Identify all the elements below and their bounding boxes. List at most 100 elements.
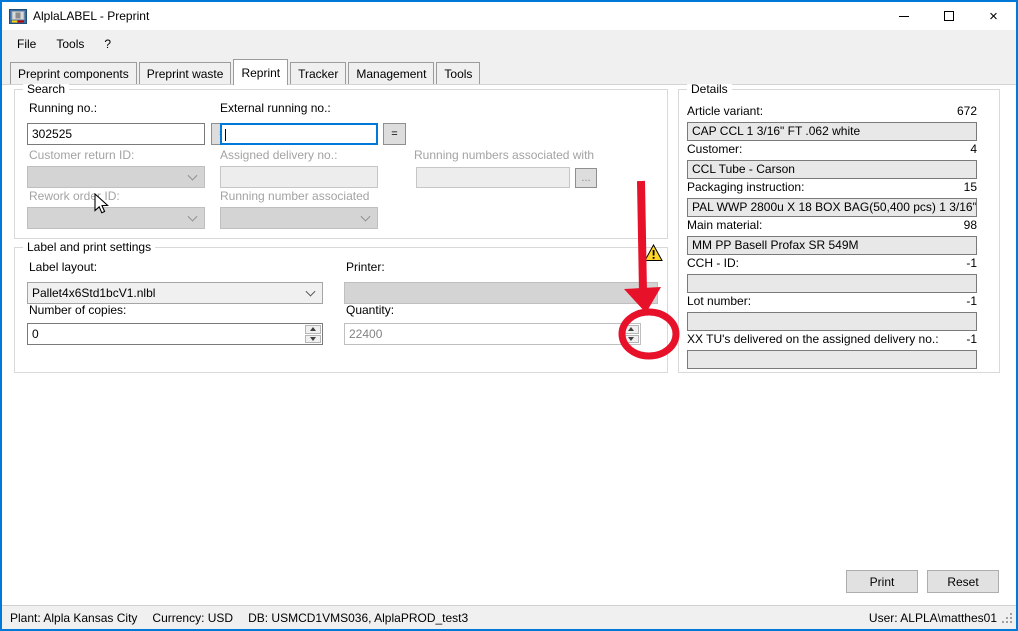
detail-value-field: CAP CCL 1 3/16" FT .062 white <box>687 122 977 141</box>
window-title: AlplaLABEL - Preprint <box>33 9 149 23</box>
reset-button[interactable]: Reset <box>927 570 999 593</box>
detail-id: 4 <box>970 143 977 155</box>
close-icon: × <box>989 9 998 24</box>
detail-id: -1 <box>966 257 977 269</box>
resize-grip-icon[interactable] <box>1001 612 1013 624</box>
close-button[interactable]: × <box>971 2 1016 30</box>
status-user: User: ALPLA\matthes01 <box>869 611 997 625</box>
detail-value-field <box>687 312 977 331</box>
maximize-button[interactable] <box>926 2 971 30</box>
status-db: DB: USMCD1VMS036, AlplaPROD_test3 <box>248 611 468 625</box>
search-groupbox-title: Search <box>23 82 69 96</box>
printer-combobox <box>344 282 658 304</box>
arrow-down-icon <box>628 337 634 341</box>
label-print-settings-title: Label and print settings <box>23 240 155 254</box>
app-window: AlplaLABEL - Preprint × File Tools ? Pre… <box>0 0 1018 631</box>
running-number-associated-combobox <box>220 207 378 229</box>
detail-label: Lot number: <box>687 295 751 307</box>
label-layout-value: Pallet4x6Std1bcV1.nlbl <box>32 286 155 300</box>
assigned-delivery-no-input <box>220 166 378 188</box>
menu-file[interactable]: File <box>7 33 46 55</box>
detail-label: Customer: <box>687 143 742 155</box>
detail-id: 672 <box>957 105 977 117</box>
minimize-button[interactable] <box>881 2 926 30</box>
arrow-up-icon <box>628 327 634 331</box>
menu-bar: File Tools ? <box>2 30 1016 57</box>
detail-label: Main material: <box>687 219 762 231</box>
detail-id: 98 <box>964 219 977 231</box>
assigned-delivery-no-label: Assigned delivery no.: <box>220 148 337 162</box>
detail-row-article-variant: Article variant: 672 CAP CCL 1 3/16" FT .… <box>687 105 977 141</box>
external-running-no-input[interactable] <box>220 123 378 145</box>
printer-label: Printer: <box>346 260 385 274</box>
search-groupbox: Search Running no.: 302525 = External ru… <box>14 89 668 239</box>
number-of-copies-input[interactable]: 0 <box>27 323 323 345</box>
tab-strip: Preprint components Preprint waste Repri… <box>2 57 1016 84</box>
customer-return-id-label: Customer return ID: <box>29 148 134 162</box>
app-icon <box>9 9 27 24</box>
label-print-settings-groupbox: Label and print settings Label layout: P… <box>14 247 668 373</box>
detail-row-customer: Customer: 4 CCL Tube - Carson <box>687 143 977 179</box>
detail-row-packaging-instruction: Packaging instruction: 15 PAL WWP 2800u X… <box>687 181 977 217</box>
detail-value-field <box>687 350 977 369</box>
quantity-input: 22400 <box>344 323 641 345</box>
tab-tracker[interactable]: Tracker <box>290 62 346 84</box>
tab-tools[interactable]: Tools <box>436 62 480 84</box>
status-currency: Currency: USD <box>152 611 233 625</box>
reprint-tab-panel: Search Running no.: 302525 = External ru… <box>2 84 1016 605</box>
spin-up-button[interactable] <box>623 325 639 334</box>
label-layout-combobox[interactable]: Pallet4x6Std1bcV1.nlbl <box>27 282 323 304</box>
spin-down-button[interactable] <box>623 335 639 344</box>
detail-value-field: CCL Tube - Carson <box>687 160 977 179</box>
menu-help[interactable]: ? <box>94 33 121 55</box>
menu-tools[interactable]: Tools <box>46 33 94 55</box>
number-of-copies-value: 0 <box>32 327 39 341</box>
detail-label: Article variant: <box>687 105 763 117</box>
detail-id: -1 <box>966 333 977 345</box>
spin-up-button[interactable] <box>305 325 321 334</box>
running-no-label: Running no.: <box>29 101 97 115</box>
print-button[interactable]: Print <box>846 570 918 593</box>
quantity-spinner <box>623 325 639 343</box>
detail-value-field <box>687 274 977 293</box>
arrow-up-icon <box>310 327 316 331</box>
tab-management[interactable]: Management <box>348 62 434 84</box>
detail-value-field: MM PP Basell Profax SR 549M <box>687 236 977 255</box>
running-number-associated-label: Running number associated <box>220 189 369 203</box>
running-numbers-associated-with-label: Running numbers associated with <box>414 148 594 162</box>
title-bar: AlplaLABEL - Preprint × <box>2 2 1016 30</box>
rework-order-id-label: Rework order ID: <box>29 189 120 203</box>
external-running-no-label: External running no.: <box>220 101 331 115</box>
detail-label: Packaging instruction: <box>687 181 804 193</box>
text-caret <box>225 129 226 141</box>
running-no-input[interactable]: 302525 <box>27 123 205 145</box>
rework-order-id-combobox <box>27 207 205 229</box>
detail-label: CCH - ID: <box>687 257 739 269</box>
detail-id: 15 <box>964 181 977 193</box>
chevron-down-icon <box>188 171 198 181</box>
detail-row-main-material: Main material: 98 MM PP Basell Profax SR … <box>687 219 977 255</box>
detail-id: -1 <box>966 295 977 307</box>
customer-return-id-combobox <box>27 166 205 188</box>
status-bar: Plant: Alpla Kansas City Currency: USD D… <box>2 605 1016 629</box>
label-layout-label: Label layout: <box>29 260 97 274</box>
external-running-no-equals-button[interactable]: = <box>383 123 406 145</box>
details-groupbox: Details Article variant:672 CAP CCL 1 3/… <box>678 89 1000 373</box>
spin-down-button[interactable] <box>305 335 321 344</box>
running-numbers-associated-with-input <box>416 167 570 188</box>
tab-reprint[interactable]: Reprint <box>233 59 288 85</box>
chevron-down-icon <box>188 212 198 222</box>
chevron-down-icon <box>361 212 371 222</box>
running-numbers-associated-with-browse-button[interactable]: ... <box>575 168 597 188</box>
number-of-copies-spinner <box>305 325 321 343</box>
detail-row-lot-number: Lot number: -1 <box>687 295 977 331</box>
tab-preprint-components[interactable]: Preprint components <box>10 62 137 84</box>
quantity-value: 22400 <box>349 327 382 341</box>
tab-preprint-waste[interactable]: Preprint waste <box>139 62 232 84</box>
minimize-icon <box>899 16 909 17</box>
detail-row-cch-id: CCH - ID: -1 <box>687 257 977 293</box>
detail-value-field: PAL WWP 2800u X 18 BOX BAG(50,400 pcs) 1… <box>687 198 977 217</box>
detail-label: XX TU's delivered on the assigned delive… <box>687 333 939 345</box>
number-of-copies-label: Number of copies: <box>29 303 126 317</box>
detail-row-xx-tus-delivered: XX TU's delivered on the assigned delive… <box>687 333 977 369</box>
